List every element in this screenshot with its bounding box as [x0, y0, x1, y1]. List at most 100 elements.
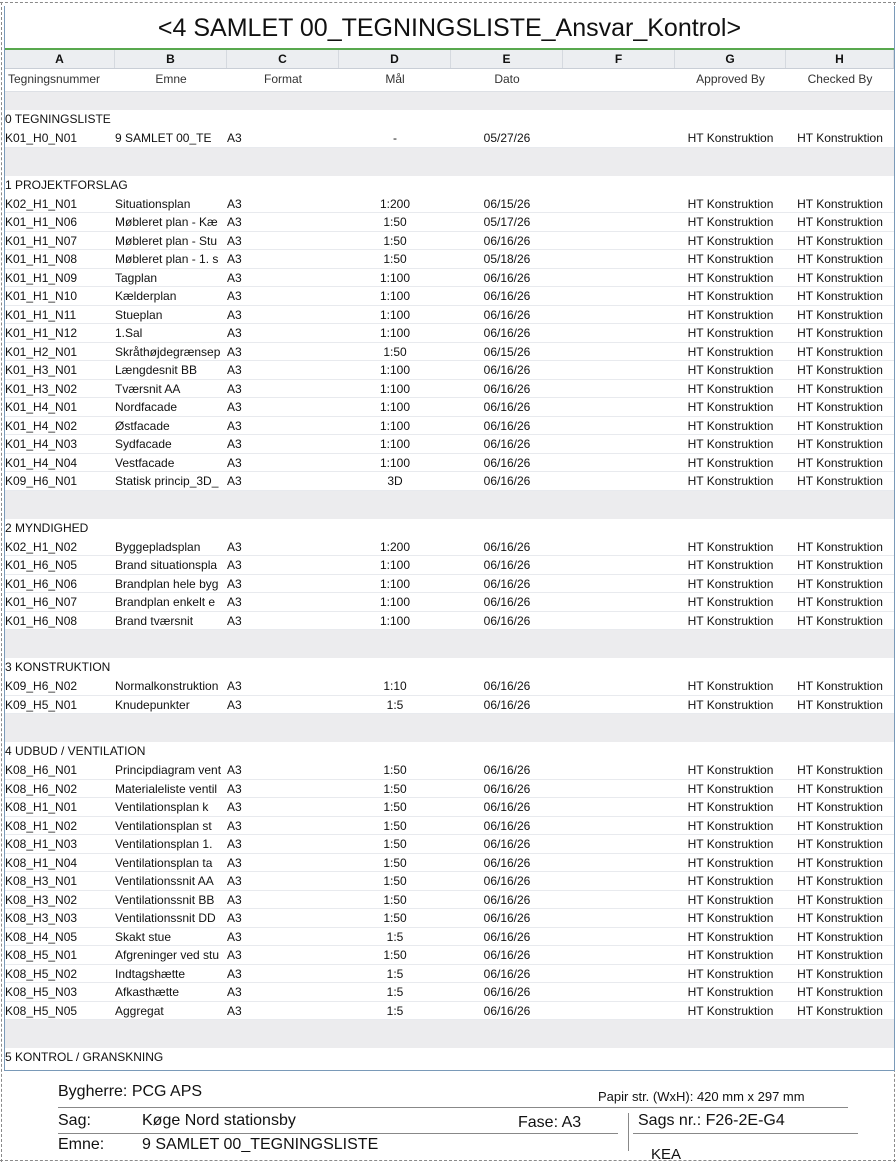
cell-empty[interactable] [563, 780, 675, 798]
table-row[interactable]: K08_H6_N02 Materialeliste ventil A3 1:50 06/… [5, 780, 894, 798]
cell-mal[interactable]: 1:100 [339, 380, 451, 398]
cell-emne[interactable]: Vestfacade [115, 454, 227, 472]
cell-emne[interactable]: Granskning - Stuep [115, 1067, 227, 1070]
cell-tegningsnummer[interactable]: K01_H4_N02 [5, 417, 115, 435]
cell-dato[interactable]: 06/16/26 [451, 287, 563, 305]
cell-checked-by[interactable]: HT Konstruktion [786, 306, 894, 324]
cell-empty[interactable] [563, 593, 675, 611]
cell-emne[interactable]: Knudepunkter [115, 696, 227, 714]
cell-dato[interactable]: 06/16/26 [451, 677, 563, 695]
field-header-empty[interactable] [563, 69, 675, 91]
cell-checked-by[interactable]: HT Konstruktion [786, 472, 894, 490]
table-row[interactable]: K08_H1_N04 Ventilationsplan ta A3 1:50 06/16… [5, 854, 894, 872]
cell-empty[interactable] [563, 677, 675, 695]
cell-mal[interactable]: 1:100 [339, 435, 451, 453]
cell-dato[interactable]: 06/16/26 [451, 538, 563, 556]
table-row[interactable]: K01_H4_N02 Østfacade A3 1:100 06/16/26 HT Kon… [5, 417, 894, 435]
cell-emne[interactable]: Tagplan [115, 269, 227, 287]
cell-tegningsnummer[interactable]: K08_H5_N01 [5, 946, 115, 964]
cell-approved-by[interactable]: HT Konstruktion [675, 909, 786, 927]
cell-dato[interactable]: 06/16/26 [451, 232, 563, 250]
cell-empty[interactable] [563, 798, 675, 816]
table-row[interactable]: K08_H5_N05 Aggregat A3 1:5 06/16/26 HT Konstr… [5, 1002, 894, 1020]
cell-empty[interactable] [563, 909, 675, 927]
cell-dato[interactable]: 05/18/26 [451, 250, 563, 268]
table-row[interactable]: K01_H6_N06 Brandplan hele byg A3 1:100 06/16… [5, 575, 894, 593]
group-header[interactable]: 2 MYNDIGHED [5, 519, 894, 538]
cell-mal[interactable]: 1:50 [339, 343, 451, 361]
cell-empty[interactable] [563, 854, 675, 872]
cell-emne[interactable]: Ventilationssnit AA [115, 872, 227, 890]
cell-format[interactable]: A3 [227, 612, 339, 630]
cell-dato[interactable]: 06/16/26 [451, 1002, 563, 1020]
cell-mal[interactable]: 1:100 [339, 306, 451, 324]
table-row[interactable]: K01_H4_N04 Vestfacade A3 1:100 06/16/26 HT Ko… [5, 454, 894, 472]
table-row[interactable]: K01_H0_N01 9 SAMLET 00_TE A3-05/27/26 HT Ko… [5, 129, 894, 148]
cell-checked-by[interactable]: HT Konstruktion [786, 343, 894, 361]
cell-format[interactable]: A3 [227, 798, 339, 816]
group-header[interactable]: 3 KONSTRUKTION [5, 658, 894, 677]
cell-mal[interactable]: 1:50 [339, 909, 451, 927]
cell-empty[interactable] [563, 213, 675, 231]
cell-checked-by[interactable]: HT Konstruktion [786, 696, 894, 714]
cell-approved-by[interactable]: HT Konstruktion [675, 435, 786, 453]
cell-empty[interactable] [563, 983, 675, 1001]
table-row[interactable]: K01_H3_N02 Tværsnit AA A3 1:100 06/16/26 HT K… [5, 380, 894, 398]
cell-emne[interactable]: Ventilationssnit BB [115, 891, 227, 909]
cell-checked-by[interactable]: HT Konstruktion [786, 891, 894, 909]
cell-empty[interactable] [563, 250, 675, 268]
cell-emne[interactable]: Aggregat [115, 1002, 227, 1020]
cell-emne[interactable]: Ventilationssnit DD [115, 909, 227, 927]
cell-mal[interactable]: 1:50 [339, 213, 451, 231]
table-row[interactable]: K09_H6_N02 Normalkonstruktion A3 1:10 06/16/… [5, 677, 894, 696]
cell-dato[interactable]: 06/16/26 [451, 872, 563, 890]
cell-mal[interactable]: 1:50 [339, 817, 451, 835]
column-letter-g[interactable]: G [675, 50, 786, 68]
cell-emne[interactable]: Situationsplan [115, 195, 227, 213]
cell-emne[interactable]: Statisk princip_3D_ [115, 472, 227, 490]
cell-tegningsnummer[interactable]: K09_H5_N01 [5, 696, 115, 714]
cell-format[interactable]: A3 [227, 909, 339, 927]
cell-emne[interactable]: Nordfacade [115, 398, 227, 416]
cell-tegningsnummer[interactable]: K08_H1_N04 [5, 854, 115, 872]
cell-tegningsnummer[interactable]: K08_H5_N05 [5, 1002, 115, 1020]
cell-emne[interactable]: Stueplan [115, 306, 227, 324]
cell-dato[interactable]: 06/16/26 [451, 946, 563, 964]
group-header[interactable]: 4 UDBUD / VENTILATION [5, 742, 894, 761]
cell-checked-by[interactable]: HT Konstruktion [786, 361, 894, 379]
cell-approved-by[interactable]: HT Konstruktion [675, 575, 786, 593]
cell-checked-by[interactable]: HT Konstruktion [786, 593, 894, 611]
cell-approved-by[interactable]: HT Konstruktion [675, 872, 786, 890]
cell-checked-by[interactable]: HT Konstruktion [786, 435, 894, 453]
cell-emne[interactable]: Byggepladsplan [115, 538, 227, 556]
cell-dato[interactable]: 06/16/26 [451, 965, 563, 983]
cell-tegningsnummer[interactable]: K01_H1_N10 [5, 287, 115, 305]
table-row[interactable]: K08_H6_N01 Principdiagram vent A3 1:50 06/16… [5, 761, 894, 780]
cell-format[interactable]: A3 [227, 306, 339, 324]
cell-approved-by[interactable]: HT Konstruktion [675, 983, 786, 1001]
cell-format[interactable]: A3 [227, 983, 339, 1001]
cell-format[interactable]: A3 [227, 696, 339, 714]
cell-format[interactable]: A3 [227, 891, 339, 909]
cell-checked-by[interactable]: HT Konstruktion [786, 398, 894, 416]
cell-dato[interactable]: 06/15/26 [451, 343, 563, 361]
table-row[interactable]: K01_H1_N10 Kælderplan A3 1:100 06/16/26 HT Ko… [5, 287, 894, 306]
cell-mal[interactable]: 1:50 [339, 854, 451, 872]
cell-emne[interactable]: Brand tværsnit [115, 612, 227, 630]
cell-dato[interactable]: 05/17/26 [451, 1067, 563, 1070]
cell-tegningsnummer[interactable]: K01_H0_N01 [5, 129, 115, 147]
cell-format[interactable]: A3 [227, 835, 339, 853]
cell-checked-by[interactable]: HT Konstruktion [786, 287, 894, 305]
cell-empty[interactable] [563, 538, 675, 556]
cell-tegningsnummer[interactable]: K08_H1_N01 [5, 798, 115, 816]
cell-format[interactable]: A3 [227, 129, 339, 147]
cell-emne[interactable]: Skråthøjdegrænsep [115, 343, 227, 361]
cell-tegningsnummer[interactable]: K08_H1_N02 [5, 817, 115, 835]
cell-format[interactable]: A3 [227, 269, 339, 287]
cell-checked-by[interactable]: HT Konstruktion [786, 761, 894, 779]
cell-format[interactable]: A3 [227, 398, 339, 416]
cell-checked-by[interactable]: HT Konstruktion [786, 983, 894, 1001]
cell-tegningsnummer[interactable]: K01_H4_N04 [5, 454, 115, 472]
cell-checked-by[interactable]: HT Konstruktion [786, 835, 894, 853]
cell-empty[interactable] [563, 891, 675, 909]
